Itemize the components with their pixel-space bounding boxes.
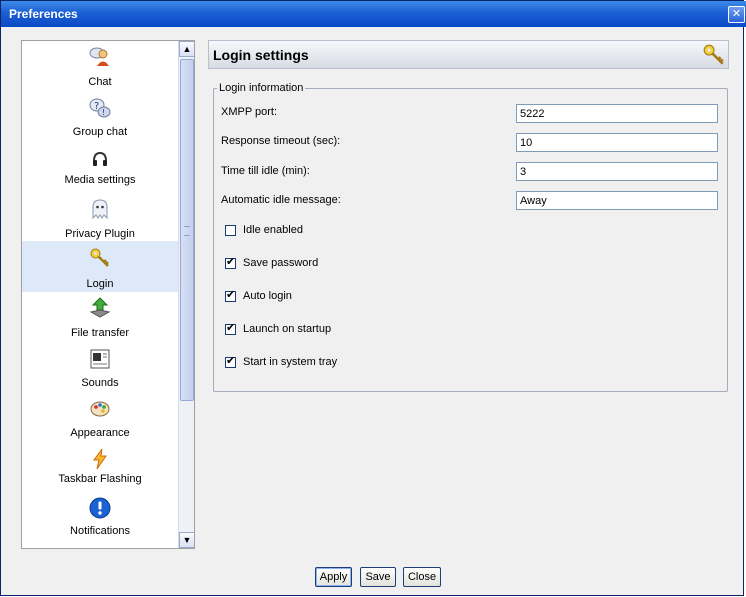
response-timeout-field[interactable] [516,133,718,152]
launch-on-startup-checkbox[interactable]: ✔ [225,322,236,335]
save-password-label: Save password [243,257,319,269]
sidebar-item-chat[interactable]: Chat [22,41,178,89]
sidebar-item-sounds[interactable]: Sounds [22,342,178,392]
idle-enabled-label: Idle enabled [243,224,303,236]
group-chat-icon: ?! [89,97,111,119]
sidebar-item-file-transfer[interactable]: File transfer [22,292,178,342]
headset-icon [89,149,111,171]
key-icon [89,247,111,269]
palette-icon [89,398,111,420]
launch-on-startup-label: Launch on startup [243,323,332,335]
time-till-idle-label: Time till idle (min): [221,165,310,177]
sidebar-item-privacy-plugin[interactable]: Privacy Plugin [22,187,178,241]
sidebar-item-appearance[interactable]: Appearance [22,392,178,442]
check-mark-icon: ✔ [226,322,236,334]
sidebar-item-login[interactable]: Login [22,241,178,292]
check-mark-icon: ✔ [226,355,236,367]
ghost-icon [89,198,111,220]
save-password-checkbox[interactable]: ✔ [225,256,236,269]
check-mark-icon: ✔ [226,289,236,301]
lightning-icon [89,448,111,470]
sidebar-item-label: Appearance [70,427,130,439]
sidebar-item-label: File transfer [70,327,130,339]
info-icon [89,497,111,519]
sidebar-item-label: Login [86,278,114,290]
preferences-sidebar: Chat ?! Group chat Media settings Privac… [21,40,195,549]
svg-text:!: ! [102,108,105,117]
sidebar-item-label: Taskbar Flashing [58,473,142,485]
idle-message-field[interactable] [516,191,718,210]
close-window-button[interactable]: ✕ [728,6,745,23]
apply-button[interactable]: Apply [315,567,352,587]
sidebar-item-label: Sounds [81,377,119,389]
file-transfer-icon [89,297,111,319]
xmpp-port-label: XMPP port: [221,106,278,118]
save-button[interactable]: Save [360,567,396,587]
sidebar-item-group-chat[interactable]: ?! Group chat [22,89,178,139]
auto-login-checkbox[interactable]: ✔ [225,289,236,302]
start-in-system-tray-checkbox[interactable]: ✔ [225,355,236,368]
login-information-group: Login information [213,82,728,392]
sidebar-item-label: Media settings [64,174,136,186]
start-in-system-tray-label: Start in system tray [243,356,338,368]
sidebar-item-media-settings[interactable]: Media settings [22,139,178,187]
auto-login-label: Auto login [243,290,292,302]
sidebar-item-label: Notifications [70,525,130,537]
sidebar-scrollbar[interactable]: ▲ ▼ [178,41,194,548]
window-title: Preferences [9,7,78,21]
response-timeout-label: Response timeout (sec): [221,135,341,147]
panel-header: Login settings [208,40,729,69]
time-till-idle-field[interactable] [516,162,718,181]
sidebar-item-label: Privacy Plugin [65,228,135,240]
preferences-window: Preferences ✕ Chat ?! Group chat Media s… [0,0,746,596]
key-icon [702,43,726,70]
sounds-icon [89,348,111,370]
title-bar[interactable]: Preferences ✕ [1,1,746,27]
sidebar-item-notifications[interactable]: Notifications [22,490,178,548]
page-title: Login settings [213,47,309,63]
scroll-down-button[interactable]: ▼ [179,532,194,548]
scroll-thumb[interactable] [180,59,194,401]
chat-users-icon [89,45,111,67]
group-label: Login information [219,82,304,94]
sidebar-item-label: Chat [88,76,112,88]
check-mark-icon: ✔ [226,256,236,268]
idle-message-label: Automatic idle message: [221,194,341,206]
scroll-up-button[interactable]: ▲ [179,41,194,57]
sidebar-item-label: Group chat [72,126,128,138]
idle-enabled-checkbox[interactable] [225,225,236,236]
xmpp-port-field[interactable] [516,104,718,123]
sidebar-item-taskbar-flashing[interactable]: Taskbar Flashing [22,442,178,490]
close-button[interactable]: Close [403,567,441,587]
